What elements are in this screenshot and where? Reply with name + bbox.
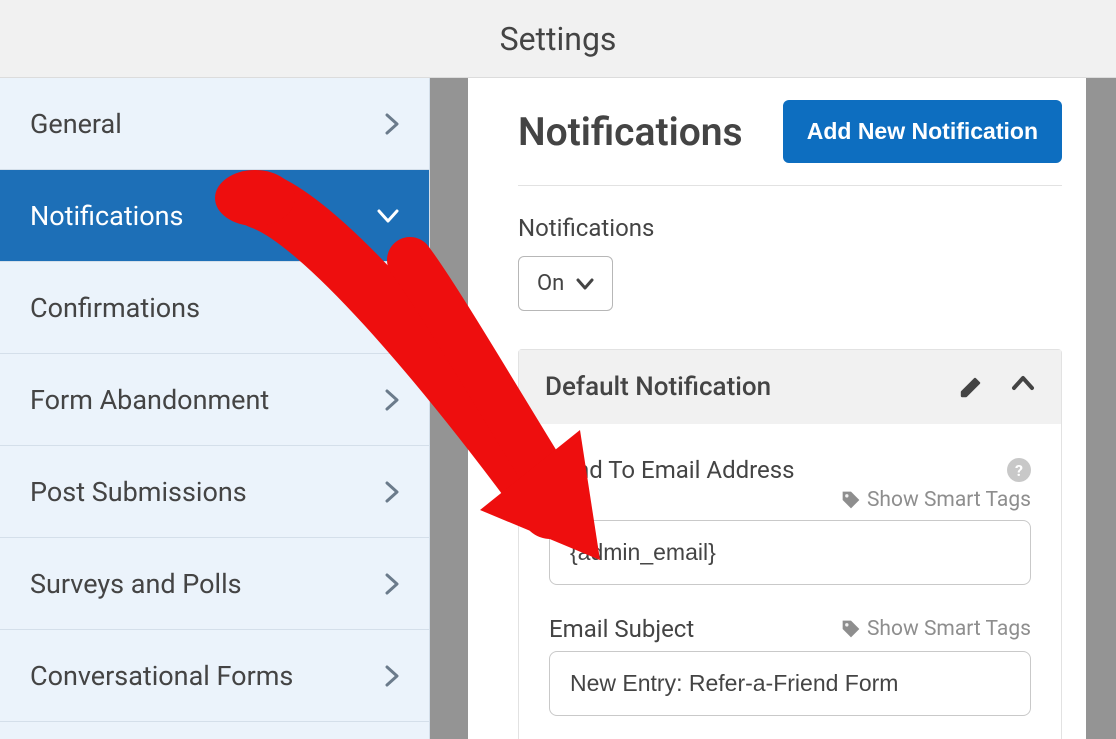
sidebar-item-general[interactable]: General bbox=[0, 78, 429, 170]
panel-title: Notifications bbox=[518, 109, 743, 155]
chevron-right-icon bbox=[385, 573, 399, 595]
notifications-toggle-label: Notifications bbox=[518, 214, 1062, 242]
sidebar-item-form-abandonment[interactable]: Form Abandonment bbox=[0, 354, 429, 446]
notification-header[interactable]: Default Notification bbox=[519, 350, 1061, 424]
send-to-row: Send To Email Address ? Show Smart Tags bbox=[549, 456, 1031, 585]
notification-block: Default Notification Send To Email Addre… bbox=[518, 349, 1062, 739]
top-bar: Settings bbox=[0, 0, 1116, 78]
sidebar-item-label: Notifications bbox=[30, 200, 183, 232]
chevron-right-icon bbox=[385, 113, 399, 135]
sidebar-item-confirmations[interactable]: Confirmations bbox=[0, 262, 429, 354]
sidebar-item-label: Post Submissions bbox=[30, 476, 247, 508]
row-label-line: Email Subject Show Smart Tags bbox=[549, 615, 1031, 643]
panel-header: Notifications Add New Notification bbox=[518, 100, 1062, 186]
chevron-down-icon bbox=[377, 209, 399, 223]
body: General Notifications Confirmations Form… bbox=[0, 78, 1116, 739]
edit-icon[interactable] bbox=[959, 375, 983, 399]
sidebar-item-label: Form Abandonment bbox=[30, 384, 269, 416]
notification-body: Send To Email Address ? Show Smart Tags … bbox=[519, 424, 1061, 739]
page-title: Settings bbox=[500, 20, 617, 58]
notification-actions bbox=[959, 375, 1035, 399]
email-subject-row: Email Subject Show Smart Tags bbox=[549, 615, 1031, 716]
settings-sidebar: General Notifications Confirmations Form… bbox=[0, 78, 430, 739]
sidebar-item-conversational-forms[interactable]: Conversational Forms bbox=[0, 630, 429, 722]
help-icon[interactable]: ? bbox=[1007, 458, 1031, 482]
chevron-right-icon bbox=[385, 665, 399, 687]
add-new-notification-button[interactable]: Add New Notification bbox=[783, 100, 1062, 163]
send-to-label: Send To Email Address bbox=[549, 456, 795, 484]
main-panel: Notifications Add New Notification Notif… bbox=[468, 78, 1086, 739]
chevron-up-icon[interactable] bbox=[1011, 375, 1035, 399]
notifications-toggle-select[interactable]: On bbox=[518, 256, 613, 311]
select-value: On bbox=[537, 271, 564, 296]
email-subject-label: Email Subject bbox=[549, 615, 694, 643]
sidebar-item-notifications[interactable]: Notifications bbox=[0, 170, 429, 262]
sidebar-item-label: General bbox=[30, 108, 122, 140]
smart-tags-label: Show Smart Tags bbox=[867, 617, 1031, 641]
gutter-strip bbox=[430, 78, 468, 739]
sidebar-item-label: Conversational Forms bbox=[30, 660, 293, 692]
sidebar-item-post-submissions[interactable]: Post Submissions bbox=[0, 446, 429, 538]
email-subject-input[interactable] bbox=[549, 651, 1031, 716]
show-smart-tags-link[interactable]: Show Smart Tags bbox=[549, 488, 1031, 512]
show-smart-tags-link[interactable]: Show Smart Tags bbox=[841, 617, 1031, 641]
chevron-right-icon bbox=[385, 389, 399, 411]
smart-tags-label: Show Smart Tags bbox=[867, 488, 1031, 512]
row-label-line: Send To Email Address ? Show Smart Tags bbox=[549, 456, 1031, 512]
sidebar-item-label: Surveys and Polls bbox=[30, 568, 242, 600]
chevron-down-icon bbox=[576, 278, 594, 290]
tag-icon bbox=[841, 619, 861, 639]
sidebar-item-surveys-polls[interactable]: Surveys and Polls bbox=[0, 538, 429, 630]
chevron-right-icon bbox=[385, 481, 399, 503]
sidebar-item-label: Confirmations bbox=[30, 292, 200, 324]
chevron-right-icon bbox=[385, 297, 399, 319]
notification-title: Default Notification bbox=[545, 372, 771, 402]
right-gutter-strip bbox=[1086, 78, 1116, 739]
tag-icon bbox=[841, 490, 861, 510]
send-to-input[interactable] bbox=[549, 520, 1031, 585]
